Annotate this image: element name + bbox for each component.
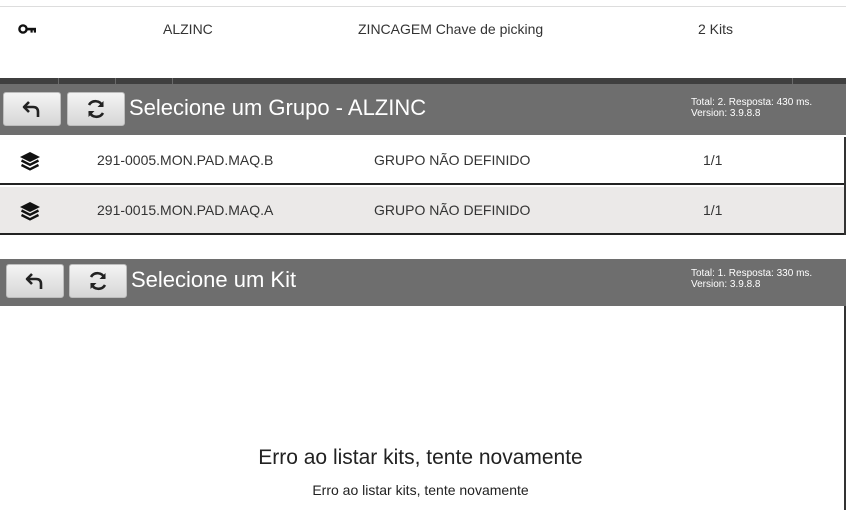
kit-list-row[interactable]: ALZINC ZINCAGEM Chave de picking 2 Kits	[0, 6, 846, 51]
group-ratio: 1/1	[703, 152, 723, 168]
group-panel-header: Selecione um Grupo - ALZINC Total: 2. Re…	[0, 84, 846, 135]
back-button[interactable]	[3, 92, 61, 126]
group-ratio: 1/1	[703, 202, 723, 218]
kit-panel-body: Erro ao listar kits, tente novamente Err…	[0, 306, 846, 510]
status-total: Total: 2. Resposta: 430 ms.	[691, 97, 813, 108]
refresh-button[interactable]	[67, 92, 125, 126]
group-row-1[interactable]: 291-0005.MON.PAD.MAQ.B GRUPO NÃO DEFINID…	[0, 137, 846, 185]
group-row-2[interactable]: 291-0015.MON.PAD.MAQ.A GRUPO NÃO DEFINID…	[0, 187, 846, 235]
undo-arrow-icon	[22, 101, 40, 117]
group-panel-title: Selecione um Grupo - ALZINC	[129, 95, 427, 120]
group-name: GRUPO NÃO DEFINIDO	[374, 202, 531, 218]
kit-panel-header: Selecione um Kit Total: 1. Resposta: 330…	[0, 259, 846, 306]
kit-panel-status: Total: 1. Resposta: 330 ms. Version: 3.9…	[691, 268, 812, 290]
key-icon	[18, 24, 36, 34]
refresh-icon	[89, 271, 107, 291]
error-message: Erro ao listar kits, tente novamente	[312, 482, 529, 498]
status-version: Version: 3.9.8.8	[691, 108, 761, 119]
back-button[interactable]	[6, 264, 64, 298]
status-total: Total: 1. Resposta: 330 ms.	[691, 268, 813, 279]
kit-panel-title: Selecione um Kit	[131, 267, 297, 292]
refresh-icon	[87, 99, 105, 119]
group-panel-status: Total: 2. Resposta: 430 ms. Version: 3.9…	[691, 97, 812, 119]
row-description: ZINCAGEM Chave de picking	[358, 21, 544, 37]
undo-arrow-icon	[25, 273, 43, 289]
refresh-button[interactable]	[69, 264, 127, 298]
group-code: 291-0005.MON.PAD.MAQ.B	[97, 152, 274, 168]
layers-icon	[20, 152, 40, 171]
group-code: 291-0015.MON.PAD.MAQ.A	[97, 202, 274, 218]
error-title: Erro ao listar kits, tente novamente	[258, 446, 583, 469]
status-version: Version: 3.9.8.8	[691, 279, 761, 290]
row-count: 2 Kits	[698, 21, 734, 37]
group-name: GRUPO NÃO DEFINIDO	[374, 152, 531, 168]
layers-icon	[20, 202, 40, 221]
row-code: ALZINC	[163, 21, 213, 37]
